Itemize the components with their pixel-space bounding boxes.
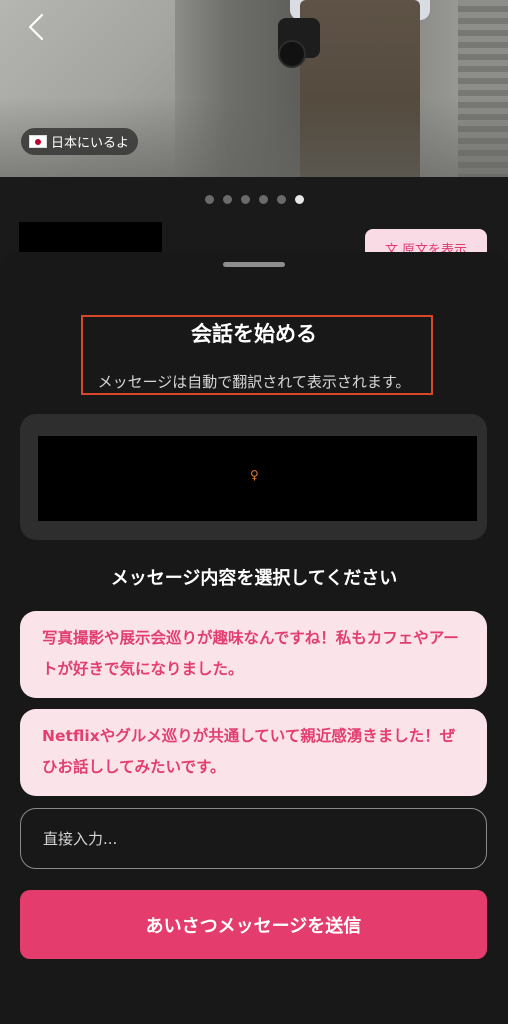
location-badge: 日本にいるよ: [21, 128, 139, 155]
recipient-info-redacted: ♀: [38, 436, 477, 521]
choose-message-label: メッセージ内容を選択してください: [110, 568, 398, 589]
direct-input-field[interactable]: [20, 808, 487, 869]
profile-photo[interactable]: 日本にいるよ: [0, 0, 508, 177]
send-greeting-button[interactable]: あいさつメッセージを送信: [20, 890, 487, 959]
pager-dot[interactable]: [276, 195, 286, 204]
annotation-highlight-box: [81, 315, 433, 395]
female-icon: ♀: [250, 468, 259, 482]
location-text: 日本にいるよ: [51, 136, 130, 151]
message-option-1[interactable]: 写真撮影や展示会巡りが趣味なんですね！私もカフェやアートが好きで気になりました。: [20, 611, 487, 698]
message-option-2[interactable]: Netflixやグルメ巡りが共通していて親近感湧きました！ぜひお話ししてみたいで…: [20, 709, 487, 796]
pager-dot[interactable]: [222, 195, 232, 204]
pager-dot[interactable]: [240, 195, 250, 204]
photo-camera-lens: [278, 40, 306, 68]
pager-dot-active[interactable]: [294, 195, 304, 204]
back-button[interactable]: [20, 10, 52, 44]
chevron-left-icon: [28, 13, 44, 41]
pager-dot[interactable]: [258, 195, 268, 204]
pager-dot[interactable]: [204, 195, 214, 204]
recipient-preview-card: ♀: [20, 414, 487, 540]
start-conversation-sheet: 会話を始める メッセージは自動で翻訳されて表示されます。 ♀ メッセージ内容を選…: [0, 252, 508, 1024]
sheet-grabber[interactable]: [223, 262, 285, 267]
photo-pager: [0, 195, 508, 204]
japan-flag-icon: [29, 135, 47, 148]
